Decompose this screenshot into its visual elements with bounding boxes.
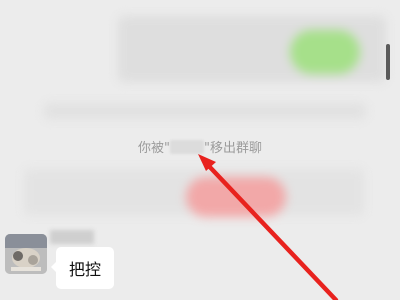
red-arrow-icon xyxy=(198,154,339,300)
